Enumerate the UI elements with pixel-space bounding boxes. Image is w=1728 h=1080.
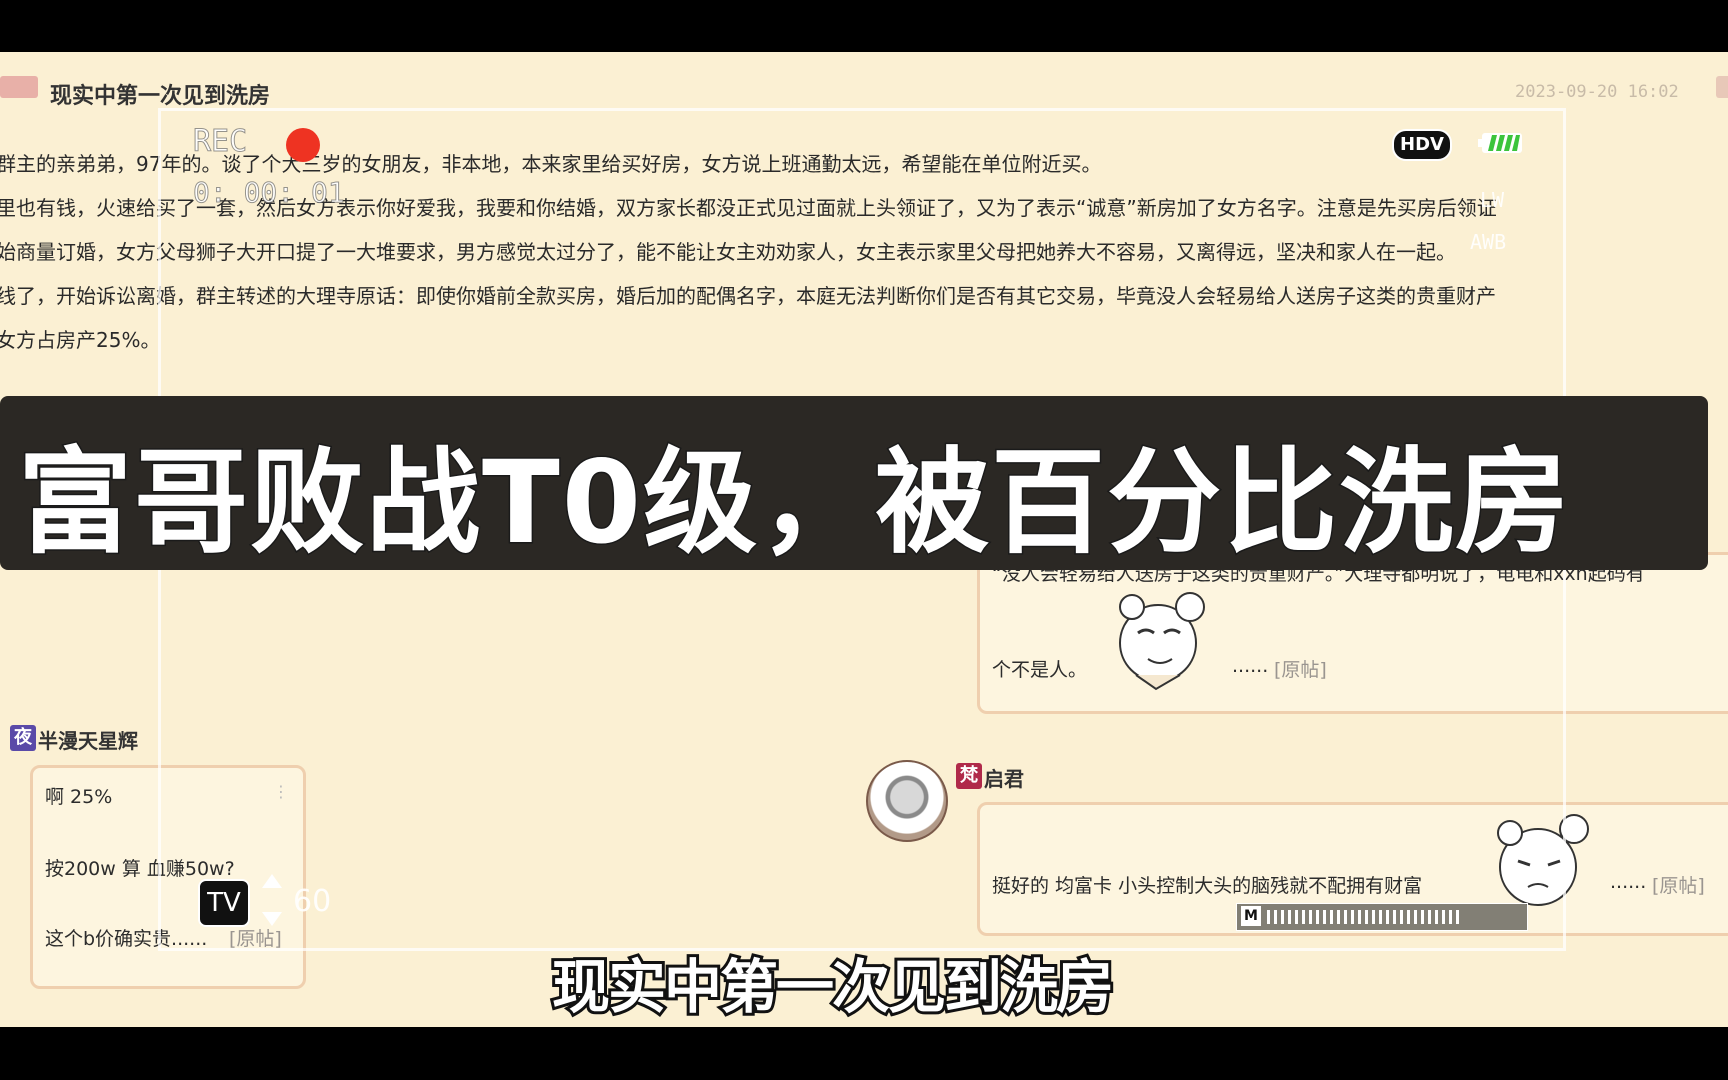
meter-ticks bbox=[1267, 910, 1463, 924]
battery-icon bbox=[1478, 133, 1522, 153]
up-down-arrows-icon bbox=[262, 874, 282, 926]
thread-menu-icon[interactable] bbox=[1716, 76, 1728, 98]
video-subtitle: 现实中第一次见到洗房 bbox=[549, 950, 1117, 1024]
rec-label: REC bbox=[192, 124, 248, 160]
tv-mode-icon: TV bbox=[198, 879, 250, 927]
post-line: 女方占房产25%。 bbox=[0, 328, 161, 352]
audio-meter: M bbox=[1236, 903, 1528, 931]
reply-line: 啊 25% bbox=[45, 786, 113, 808]
original-post-link[interactable]: [原帖] bbox=[1652, 871, 1705, 898]
post-timestamp: 2023-09-20 16:02 bbox=[1515, 82, 1679, 102]
recording-dot-icon bbox=[286, 128, 320, 162]
white-balance-label: LW bbox=[1480, 188, 1505, 212]
username[interactable]: 半漫天星辉 bbox=[38, 725, 138, 754]
thread-type-icon bbox=[0, 76, 38, 98]
meter-label: M bbox=[1241, 906, 1261, 926]
tv-value: 60 bbox=[293, 884, 332, 919]
headline-text: 富哥败战T0级，被百分比洗房 bbox=[16, 435, 1572, 571]
rec-timer: 0: 00: 01 bbox=[193, 176, 346, 210]
hdv-badge: HDV bbox=[1392, 129, 1452, 161]
awb-label: AWB bbox=[1470, 230, 1507, 254]
thread-title[interactable]: 现实中第一次见到洗房 bbox=[50, 78, 270, 110]
reply-more: ...... bbox=[1610, 871, 1647, 893]
user-badge: 夜 bbox=[10, 725, 36, 751]
